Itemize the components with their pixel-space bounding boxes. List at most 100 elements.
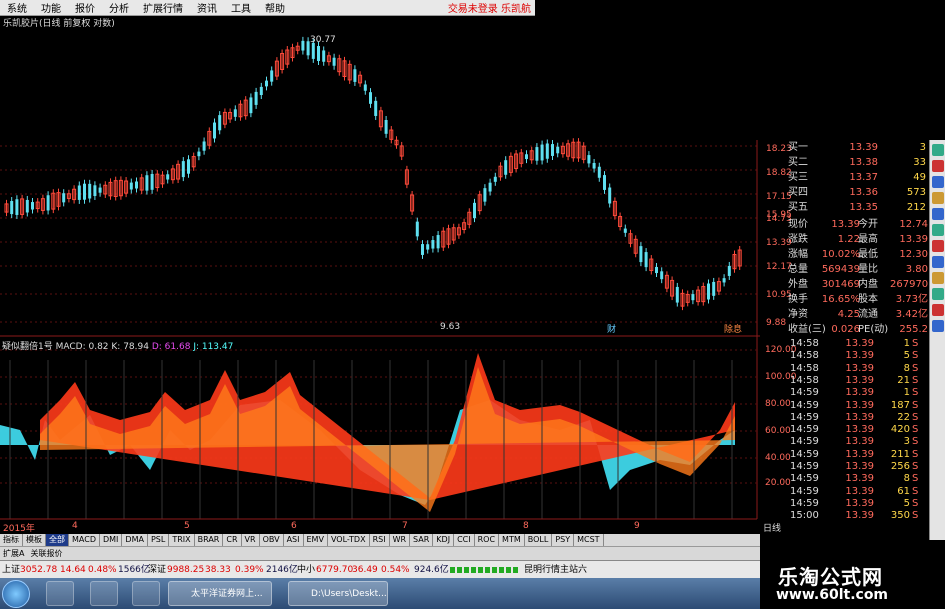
candle-body	[436, 235, 440, 249]
tab-indicator[interactable]: MACD	[69, 534, 100, 546]
zx-label[interactable]: 中小	[297, 561, 315, 579]
kline-chart[interactable]	[0, 0, 760, 534]
tab-indicator[interactable]: VR	[242, 534, 260, 546]
tab-extended-a[interactable]: 扩展A	[0, 547, 27, 560]
bid-row[interactable]: 买二 13.38 33	[760, 155, 930, 170]
tick-price: 13.39	[845, 510, 874, 522]
tab-indicator[interactable]: OBV	[260, 534, 284, 546]
plus-icon[interactable]	[932, 288, 944, 300]
candle-body	[270, 70, 274, 82]
news-icon[interactable]	[932, 272, 944, 284]
sh-change: 14.64	[60, 565, 86, 575]
candle-body	[311, 42, 315, 59]
tab-indicator[interactable]: EMV	[304, 534, 328, 546]
candle-body	[93, 185, 97, 197]
tab-indicator[interactable]: ROC	[475, 534, 500, 546]
candle-body	[77, 185, 81, 200]
rsi-icon[interactable]	[932, 256, 944, 268]
detail-icon[interactable]	[932, 208, 944, 220]
stat-label-2: 量比	[858, 264, 878, 275]
candle-body	[249, 97, 253, 114]
candle-body	[535, 147, 539, 161]
tick-side: S	[912, 510, 919, 522]
bid-row[interactable]: 买四 13.36 573	[760, 185, 930, 200]
tool-icon[interactable]	[932, 320, 944, 332]
tab-indicator[interactable]: DMI	[100, 534, 123, 546]
explorer-icon[interactable]	[46, 581, 74, 606]
tab-indicator[interactable]: BOLL	[525, 534, 553, 546]
ranking-icon[interactable]	[932, 240, 944, 252]
stat-value-2: 3.42亿	[895, 309, 928, 320]
tab-indicator[interactable]: 指标	[0, 534, 23, 546]
task-securities-app[interactable]: 太平洋证券网上...	[168, 581, 272, 606]
tab-indicator[interactable]: MCST	[574, 534, 604, 546]
stat-value: 4.25	[837, 309, 860, 320]
kline-icon[interactable]	[932, 176, 944, 188]
candle-body	[145, 175, 149, 191]
stat-label-2: 内盘	[858, 279, 878, 290]
tab-indicator[interactable]: TRIX	[169, 534, 195, 546]
stat-label-2: 今开	[858, 219, 878, 230]
period-label[interactable]: 日线	[763, 521, 781, 534]
indicator-tabs: 指标 模板 全部 MACD DMI DMA PSL TRIX BRAR CR VR OBV ASI EMV…	[0, 534, 760, 546]
stat-label-2: 股本	[858, 294, 878, 305]
tab-indicator[interactable]: MTM	[499, 534, 525, 546]
stat-label-2: 最高	[858, 234, 878, 245]
tab-indicator[interactable]: DMA	[122, 534, 148, 546]
watermark-url: www.60lt.com	[776, 587, 889, 603]
chart-icon[interactable]	[932, 144, 944, 156]
sh-label[interactable]: 上证	[2, 561, 20, 579]
app-window: 系统 功能 报价 分析 扩展行情 资讯 工具 帮助 交易未登录 乐凯航 乐凯胶片…	[0, 0, 945, 609]
bid-row[interactable]: 买三 13.37 49	[760, 170, 930, 185]
bid-label: 买四	[788, 187, 808, 198]
tab-indicator[interactable]: 模板	[23, 534, 46, 546]
low-price-label: 9.63	[440, 322, 461, 332]
d-value: D: 61.68	[151, 342, 191, 352]
ex-dividend-marker[interactable]: 除息	[724, 322, 742, 335]
minute-icon[interactable]	[932, 160, 944, 172]
bid-price: 13.36	[849, 187, 878, 198]
arrow-icon[interactable]	[932, 304, 944, 316]
indicator-tick: 60.00	[765, 426, 791, 436]
x-axis-month: 4	[72, 521, 78, 531]
tab-indicator[interactable]: PSY	[552, 534, 575, 546]
candle-body	[31, 202, 34, 210]
candle-body	[135, 181, 138, 189]
tab-indicator[interactable]: CR	[223, 534, 242, 546]
stat-row: 净资 4.25 流通 3.42亿	[760, 307, 930, 322]
ie-icon[interactable]	[132, 581, 160, 606]
indicator-tick: 80.00	[765, 399, 791, 409]
start-button[interactable]	[2, 580, 30, 608]
candle-body	[83, 183, 86, 200]
tick-row: 15:00 13.39 350 S	[788, 508, 928, 523]
bid-row[interactable]: 买五 13.35 212	[760, 200, 930, 215]
tab-indicator[interactable]: CCI	[454, 534, 475, 546]
task-folder[interactable]: D:\Users\Deskt...	[288, 581, 388, 606]
candle-body	[317, 46, 320, 61]
indicator-title[interactable]: 疑似翻倍1号	[2, 342, 53, 352]
f10-icon[interactable]	[932, 224, 944, 236]
tab-indicator[interactable]: ASI	[284, 534, 304, 546]
indicator-tick: 40.00	[765, 453, 791, 463]
zx-amount: 924.6亿	[414, 565, 449, 575]
finance-marker[interactable]: 财	[607, 322, 616, 335]
candle-body	[254, 91, 258, 105]
server-name[interactable]: 昆明行情主站六	[524, 561, 587, 579]
tick-list[interactable]: 14:58 13.39 1 S 14:58 13.39 5 S 14:58 13…	[788, 336, 928, 536]
media-icon[interactable]	[90, 581, 118, 606]
tab-indicator[interactable]: 全部	[46, 534, 69, 546]
stat-label-2: PE(动)	[858, 324, 889, 335]
sz-label[interactable]: 深证	[148, 561, 166, 579]
sh-amount: 1566亿	[118, 565, 150, 575]
tab-indicator[interactable]: VOL-TDX	[328, 534, 370, 546]
candle-body	[655, 266, 658, 274]
tab-indicator[interactable]: KDJ	[433, 534, 455, 546]
tab-related-quote[interactable]: 关联报价	[27, 547, 65, 560]
info-icon[interactable]	[932, 192, 944, 204]
tab-indicator[interactable]: PSL	[148, 534, 170, 546]
tab-indicator[interactable]: SAR	[410, 534, 434, 546]
tab-indicator[interactable]: BRAR	[195, 534, 224, 546]
tab-indicator[interactable]: RSI	[370, 534, 390, 546]
tab-indicator[interactable]: WR	[390, 534, 411, 546]
bid-row[interactable]: 买一 13.39 3	[760, 140, 930, 155]
